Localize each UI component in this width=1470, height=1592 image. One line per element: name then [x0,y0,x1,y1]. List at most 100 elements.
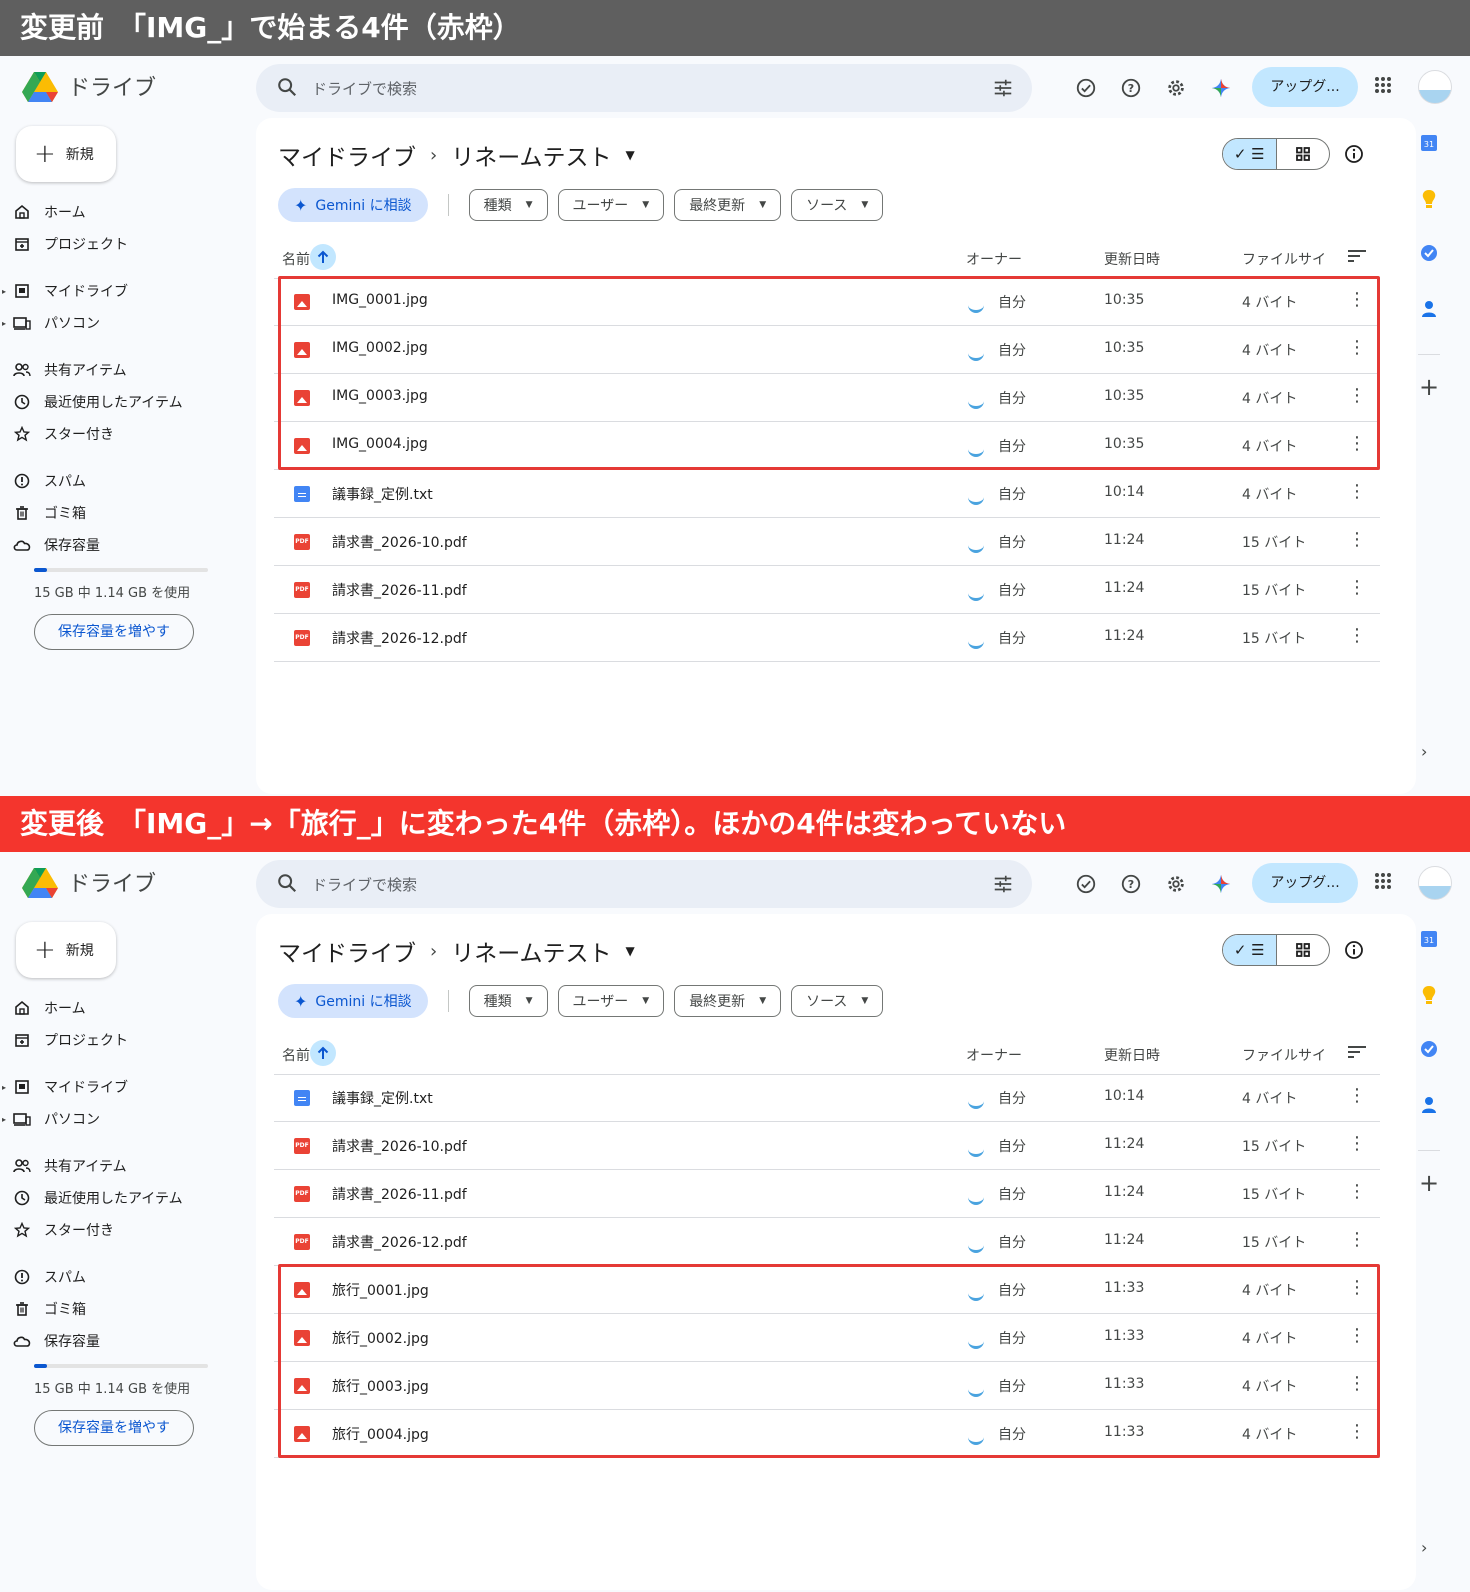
source-filter-chip[interactable]: ソース ▼ [791,985,884,1017]
nav-starred[interactable]: スター付き [12,420,114,448]
help-icon[interactable]: ? [1117,870,1145,898]
offline-ready-icon[interactable] [1072,74,1100,102]
nav-my-drive[interactable]: ▸ マイドライブ [2,277,128,305]
grid-view-icon[interactable] [1277,935,1330,965]
search-bar[interactable]: ドライブで検索 [256,860,1032,908]
modified-filter-chip[interactable]: 最終更新 ▼ [674,189,782,221]
column-owner[interactable]: オーナー [966,1045,1022,1065]
file-row[interactable]: PDF 請求書_2026-10.pdf 自分 11:24 15 バイト ⋮ [274,1122,1380,1170]
file-row[interactable]: IMG_0003.jpg 自分 10:35 4 バイト ⋮ [274,374,1380,422]
more-actions-icon[interactable]: ⋮ [1348,386,1366,406]
file-row[interactable]: IMG_0004.jpg 自分 10:35 4 バイト ⋮ [274,422,1380,470]
type-filter-chip[interactable]: 種類 ▼ [468,189,548,221]
calendar-icon[interactable]: 31 [1418,928,1440,950]
account-avatar[interactable] [1418,866,1452,900]
apps-grid-icon[interactable] [1374,76,1392,94]
new-button[interactable]: + 新規 [16,922,116,978]
view-toggle[interactable]: ✓ ☰ [1222,138,1330,170]
more-actions-icon[interactable]: ⋮ [1348,530,1366,550]
ask-gemini-chip[interactable]: ✦ Gemini に相談 [278,188,428,222]
sort-options-icon[interactable] [1348,1044,1366,1064]
more-actions-icon[interactable]: ⋮ [1348,1230,1366,1250]
list-view-icon[interactable]: ✓ ☰ [1223,139,1277,169]
column-owner[interactable]: オーナー [966,249,1022,269]
grid-view-icon[interactable] [1277,139,1330,169]
list-view-icon[interactable]: ✓ ☰ [1223,935,1277,965]
file-row[interactable]: 旅行_0002.jpg 自分 11:33 4 バイト ⋮ [274,1314,1380,1362]
file-row[interactable]: 旅行_0001.jpg 自分 11:33 4 バイト ⋮ [274,1266,1380,1314]
file-row[interactable]: 旅行_0004.jpg 自分 11:33 4 バイト ⋮ [274,1410,1380,1458]
more-actions-icon[interactable]: ⋮ [1348,1086,1366,1106]
nav-my-drive[interactable]: ▸ マイドライブ [2,1073,128,1101]
expand-caret-icon[interactable]: ▸ [2,1083,6,1092]
settings-icon[interactable] [1162,74,1190,102]
search-options-icon[interactable] [992,873,1014,895]
column-size[interactable]: ファイルサイ [1242,1045,1326,1065]
column-size[interactable]: ファイルサイ [1242,249,1326,269]
keep-icon[interactable] [1418,188,1440,210]
nav-spam[interactable]: スパム [12,467,86,495]
ask-gemini-chip[interactable]: ✦ Gemini に相談 [278,984,428,1018]
contacts-icon[interactable] [1418,298,1440,320]
type-filter-chip[interactable]: 種類 ▼ [468,985,548,1017]
file-row[interactable]: 議事録_定例.txt 自分 10:14 4 バイト ⋮ [274,470,1380,518]
drive-logo[interactable]: ドライブ [22,70,156,102]
file-row[interactable]: PDF 請求書_2026-11.pdf 自分 11:24 15 バイト ⋮ [274,1170,1380,1218]
dropdown-arrow-icon[interactable]: ▼ [626,944,635,958]
upgrade-button[interactable]: アップグ... [1252,863,1358,903]
add-addon-icon[interactable]: + [1418,1169,1440,1197]
drive-logo[interactable]: ドライブ [22,866,156,898]
new-button[interactable]: + 新規 [16,126,116,182]
modified-filter-chip[interactable]: 最終更新 ▼ [674,985,782,1017]
nav-spam[interactable]: スパム [12,1263,86,1291]
nav-projects[interactable]: プロジェクト [12,230,128,258]
breadcrumb-root[interactable]: マイドライブ [278,138,416,172]
info-icon[interactable] [1344,144,1364,164]
tasks-icon[interactable] [1418,1038,1440,1060]
nav-computers[interactable]: ▸ パソコン [2,309,100,337]
nav-shared[interactable]: 共有アイテム [12,356,127,384]
user-filter-chip[interactable]: ユーザー ▼ [557,985,665,1017]
user-filter-chip[interactable]: ユーザー ▼ [557,189,665,221]
search-bar[interactable]: ドライブで検索 [256,64,1032,112]
search-options-icon[interactable] [992,77,1014,99]
nav-trash[interactable]: ゴミ箱 [12,499,86,527]
file-row[interactable]: 旅行_0003.jpg 自分 11:33 4 バイト ⋮ [274,1362,1380,1410]
account-avatar[interactable] [1418,70,1452,104]
keep-icon[interactable] [1418,984,1440,1006]
get-more-storage-button[interactable]: 保存容量を増やす [34,614,194,650]
expand-caret-icon[interactable]: ▸ [2,1115,6,1124]
nav-shared[interactable]: 共有アイテム [12,1152,127,1180]
apps-grid-icon[interactable] [1374,872,1392,890]
breadcrumb-folder[interactable]: リネームテスト [451,934,611,968]
more-actions-icon[interactable]: ⋮ [1348,1134,1366,1154]
gemini-icon[interactable] [1207,870,1235,898]
offline-ready-icon[interactable] [1072,870,1100,898]
nav-home[interactable]: ホーム [12,198,86,226]
nav-recent[interactable]: 最近使用したアイテム [12,388,183,416]
file-row[interactable]: IMG_0002.jpg 自分 10:35 4 バイト ⋮ [274,326,1380,374]
more-actions-icon[interactable]: ⋮ [1348,626,1366,646]
more-actions-icon[interactable]: ⋮ [1348,1374,1366,1394]
more-actions-icon[interactable]: ⋮ [1348,434,1366,454]
sort-ascending-icon[interactable] [310,244,336,270]
source-filter-chip[interactable]: ソース ▼ [791,189,884,221]
more-actions-icon[interactable]: ⋮ [1348,578,1366,598]
breadcrumb-folder[interactable]: リネームテスト [451,138,611,172]
calendar-icon[interactable]: 31 [1418,132,1440,154]
contacts-icon[interactable] [1418,1094,1440,1116]
breadcrumb-root[interactable]: マイドライブ [278,934,416,968]
expand-caret-icon[interactable]: ▸ [2,287,6,296]
expand-caret-icon[interactable]: ▸ [2,319,6,328]
add-addon-icon[interactable]: + [1418,373,1440,401]
expand-panel-icon[interactable]: › [1421,742,1427,761]
file-row[interactable]: IMG_0001.jpg 自分 10:35 4 バイト ⋮ [274,278,1380,326]
sort-ascending-icon[interactable] [310,1040,336,1066]
more-actions-icon[interactable]: ⋮ [1348,1278,1366,1298]
more-actions-icon[interactable]: ⋮ [1348,290,1366,310]
view-toggle[interactable]: ✓ ☰ [1222,934,1330,966]
file-row[interactable]: PDF 請求書_2026-12.pdf 自分 11:24 15 バイト ⋮ [274,1218,1380,1266]
tasks-icon[interactable] [1418,242,1440,264]
nav-recent[interactable]: 最近使用したアイテム [12,1184,183,1212]
nav-trash[interactable]: ゴミ箱 [12,1295,86,1323]
